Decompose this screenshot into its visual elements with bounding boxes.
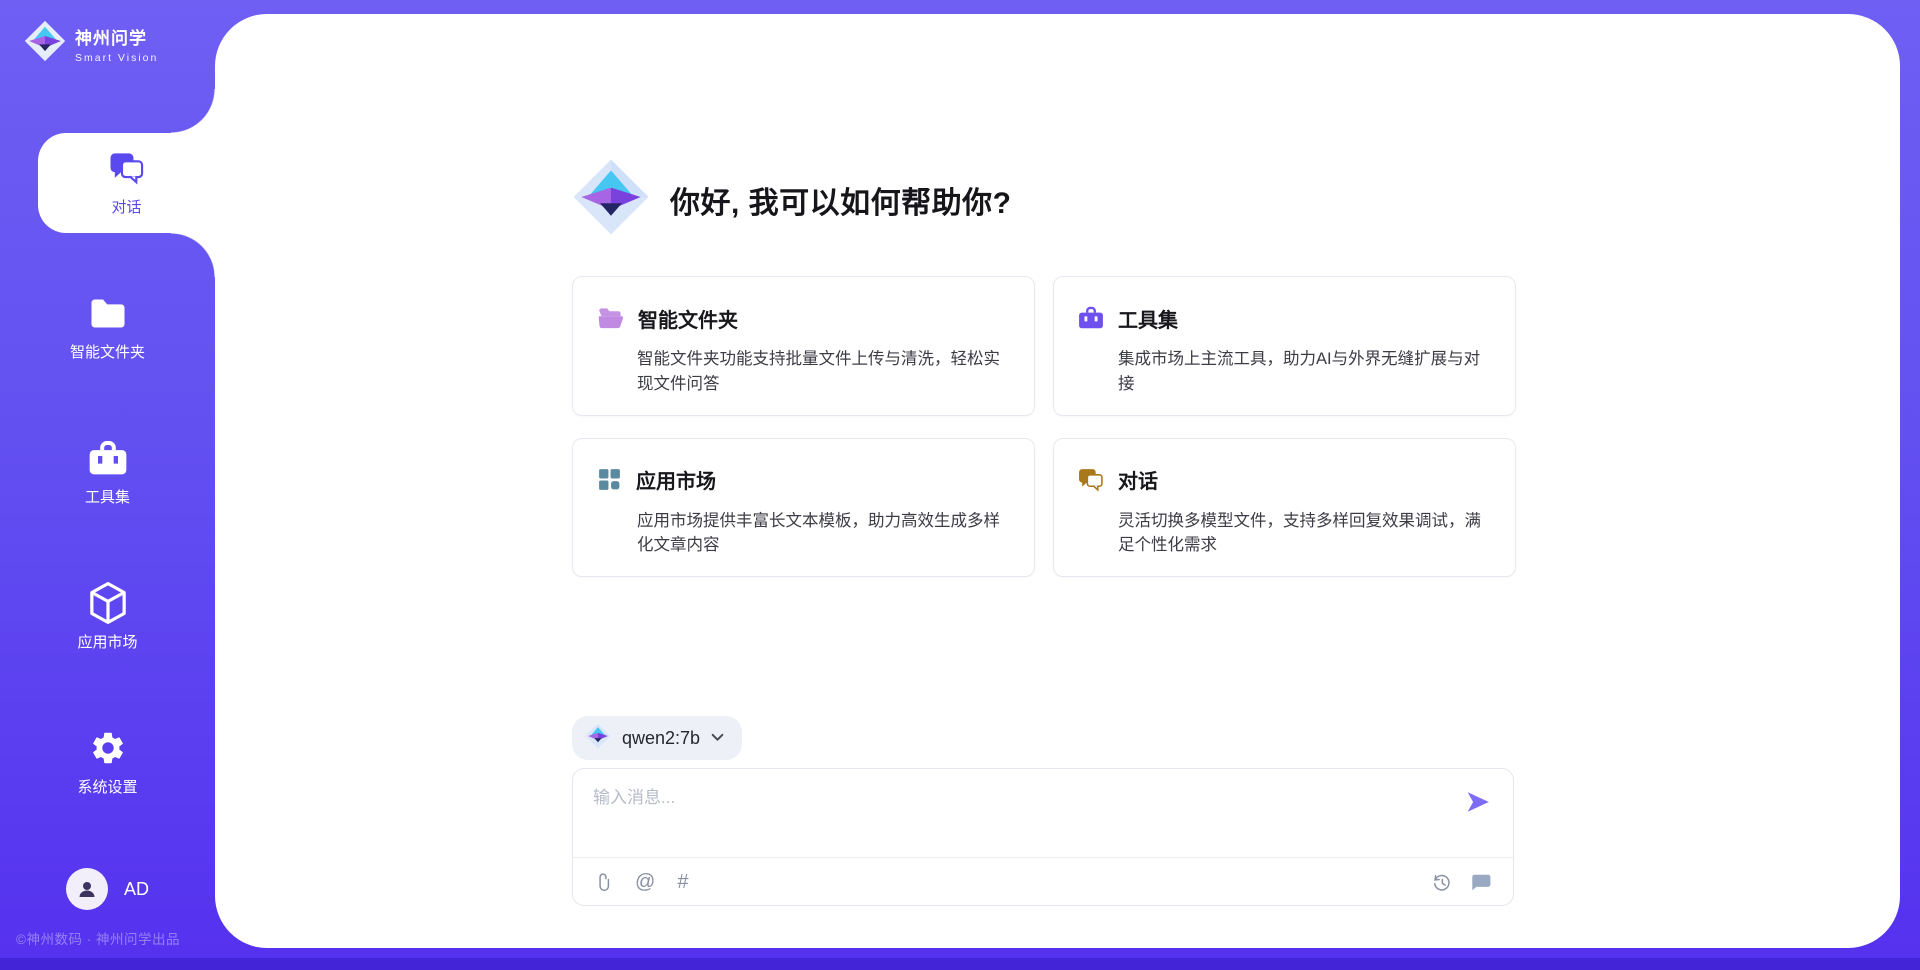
card-title: 对话	[1118, 465, 1158, 494]
sidebar-item-label: 对话	[111, 196, 141, 217]
model-name: qwen2:7b	[622, 728, 700, 749]
card-description: 集成市场上主流工具，助力AI与外界无缝扩展与对接	[1118, 347, 1489, 397]
chat-icon	[109, 149, 145, 187]
folder-icon	[88, 294, 128, 332]
card-chat[interactable]: 对话 灵活切换多模型文件，支持多样回复效果调试，满足个性化需求	[1053, 438, 1516, 578]
card-description: 智能文件夹功能支持批量文件上传与清洗，轻松实现文件问答	[637, 347, 1008, 397]
message-composer: @ #	[572, 768, 1514, 906]
card-app-market[interactable]: 应用市场 应用市场提供丰富长文本模板，助力高效生成多样化文章内容	[572, 438, 1035, 578]
gear-icon	[89, 729, 127, 767]
card-title: 应用市场	[636, 465, 716, 494]
sidebar-item-label: 智能文件夹	[70, 341, 145, 362]
main-panel: 你好, 我可以如何帮助你? 智能文件夹 智能文件夹功能支持批量文件上传与清洗，轻…	[215, 14, 1900, 948]
bottom-bar	[0, 958, 1920, 970]
feedback-bubble-icon[interactable]	[1470, 873, 1491, 892]
copyright: ©神州数码 · 神州问学出品	[16, 928, 180, 948]
card-description: 灵活切换多模型文件，支持多样回复效果调试，满足个性化需求	[1118, 509, 1489, 559]
sidebar: 神州问学 Smart Vision 对话 智能文件夹	[0, 0, 215, 970]
history-icon[interactable]	[1431, 872, 1452, 893]
user-profile[interactable]: AD	[0, 868, 215, 910]
card-toolset[interactable]: 工具集 集成市场上主流工具，助力AI与外界无缝扩展与对接	[1053, 276, 1516, 416]
grid-icon	[597, 461, 622, 499]
model-logo-icon	[585, 723, 611, 754]
card-title: 工具集	[1118, 304, 1178, 333]
brand-logo-icon	[24, 20, 66, 67]
chevron-down-icon	[711, 729, 724, 747]
feature-cards: 智能文件夹 智能文件夹功能支持批量文件上传与清洗，轻松实现文件问答 工具集 集成…	[572, 276, 1516, 577]
model-selector[interactable]: qwen2:7b	[572, 716, 742, 760]
chat-bubbles-icon	[1078, 461, 1104, 499]
brand-name: 神州问学	[75, 24, 158, 49]
paperclip-icon[interactable]	[593, 871, 613, 893]
cube-icon	[88, 584, 128, 622]
user-initials: AD	[124, 879, 149, 900]
folder-open-icon	[597, 299, 624, 337]
greeting-block: 你好, 我可以如何帮助你?	[572, 158, 1012, 241]
sidebar-item-app-market[interactable]: 应用市场	[0, 568, 215, 668]
send-icon[interactable]	[1465, 789, 1491, 815]
card-smart-folder[interactable]: 智能文件夹 智能文件夹功能支持批量文件上传与清洗，轻松实现文件问答	[572, 276, 1035, 416]
composer-divider	[573, 857, 1513, 858]
hash-icon[interactable]: #	[677, 872, 688, 892]
card-title: 智能文件夹	[638, 304, 738, 333]
sidebar-item-settings[interactable]: 系统设置	[0, 713, 215, 813]
sidebar-item-label: 应用市场	[77, 631, 137, 652]
avatar	[66, 868, 108, 910]
sidebar-item-smart-folder[interactable]: 智能文件夹	[0, 278, 215, 378]
toolbox-icon	[88, 439, 128, 477]
sidebar-item-chat[interactable]: 对话	[38, 133, 215, 233]
sidebar-item-label: 系统设置	[77, 776, 137, 797]
brand: 神州问学 Smart Vision	[24, 20, 158, 67]
message-input[interactable]	[593, 783, 1443, 845]
sidebar-item-label: 工具集	[85, 486, 130, 507]
brand-tagline: Smart Vision	[75, 52, 158, 64]
app-logo-icon	[572, 158, 650, 241]
greeting-title: 你好, 我可以如何帮助你?	[670, 178, 1012, 222]
card-description: 应用市场提供丰富长文本模板，助力高效生成多样化文章内容	[637, 509, 1008, 559]
toolbox-icon	[1078, 299, 1104, 337]
sidebar-item-toolset[interactable]: 工具集	[0, 423, 215, 523]
at-icon[interactable]: @	[635, 872, 655, 892]
